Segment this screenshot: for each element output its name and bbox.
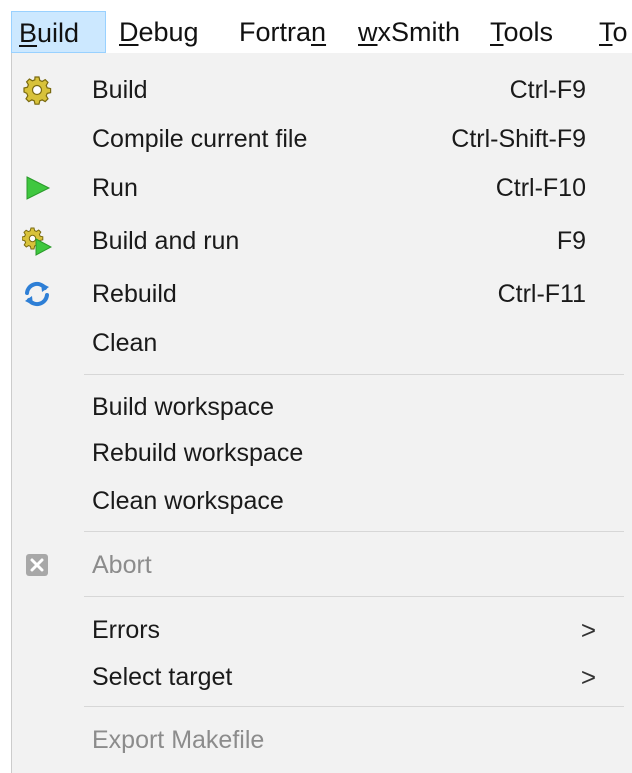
chevron-right-icon: >: [580, 615, 596, 645]
menu-item-abort: Abort: [12, 541, 622, 589]
menu-item-run[interactable]: Run Ctrl-F10: [12, 164, 622, 212]
menu-build[interactable]: Build: [11, 11, 106, 53]
menu-item-label: Rebuild: [92, 280, 177, 308]
menu-item-clean-workspace[interactable]: Clean workspace: [12, 477, 622, 525]
menu-item-label: Export Makefile: [92, 726, 265, 754]
play-icon: [22, 173, 52, 203]
menu-item-shortcut: Ctrl-Shift-F9: [451, 125, 586, 153]
menu-separator: [84, 531, 624, 532]
menu-item-shortcut: Ctrl-F10: [495, 174, 586, 202]
menu-item-label: Rebuild workspace: [92, 439, 304, 467]
menu-item-label: Errors: [92, 616, 161, 644]
menu-item-compile-current-file[interactable]: Compile current file Ctrl-Shift-F9: [12, 115, 622, 163]
menu-item-build-workspace[interactable]: Build workspace: [12, 383, 622, 431]
menu-item-shortcut: Ctrl-F9: [509, 76, 586, 104]
gear-icon: [22, 75, 52, 105]
menu-item-label: Select target: [92, 663, 233, 691]
menu-item-build[interactable]: Build Ctrl-F9: [12, 66, 622, 114]
menu-fortran[interactable]: Fortran: [232, 11, 333, 53]
menu-item-label: Build and run: [92, 227, 240, 255]
menu-tools-plus[interactable]: To: [592, 11, 632, 53]
menu-item-label: Build: [92, 76, 148, 104]
menu-item-shortcut: F9: [556, 227, 586, 255]
build-menu-dropdown: Build Ctrl-F9 Compile current file Ctrl-…: [11, 53, 632, 773]
menu-separator: [84, 706, 624, 707]
menu-item-rebuild[interactable]: Rebuild Ctrl-F11: [12, 270, 622, 318]
menu-item-rebuild-workspace[interactable]: Rebuild workspace: [12, 429, 622, 477]
menu-separator: [84, 596, 624, 597]
menu-item-label: Run: [92, 174, 138, 202]
menu-tools[interactable]: Tools: [483, 11, 560, 53]
chevron-right-icon: >: [580, 662, 596, 692]
build-and-run-icon: [21, 226, 53, 256]
menu-item-label: Build workspace: [92, 393, 275, 421]
rebuild-icon: [22, 279, 52, 309]
menu-item-label: Abort: [92, 551, 152, 579]
menu-item-clean[interactable]: Clean: [12, 319, 622, 367]
menu-item-label: Compile current file: [92, 125, 308, 153]
menu-item-shortcut: Ctrl-F11: [497, 280, 586, 308]
menu-item-build-and-run[interactable]: Build and run F9: [12, 217, 622, 265]
menu-item-label: Clean: [92, 329, 158, 357]
menu-separator: [84, 374, 624, 375]
menu-debug[interactable]: Debug: [112, 11, 206, 53]
menu-item-errors[interactable]: Errors >: [12, 606, 622, 654]
menu-item-select-target[interactable]: Select target >: [12, 653, 622, 701]
abort-icon: [22, 550, 52, 580]
menu-wxsmith[interactable]: wxSmith: [351, 11, 467, 53]
menu-item-export-makefile: Export Makefile: [12, 716, 622, 764]
menu-item-label: Clean workspace: [92, 487, 284, 515]
